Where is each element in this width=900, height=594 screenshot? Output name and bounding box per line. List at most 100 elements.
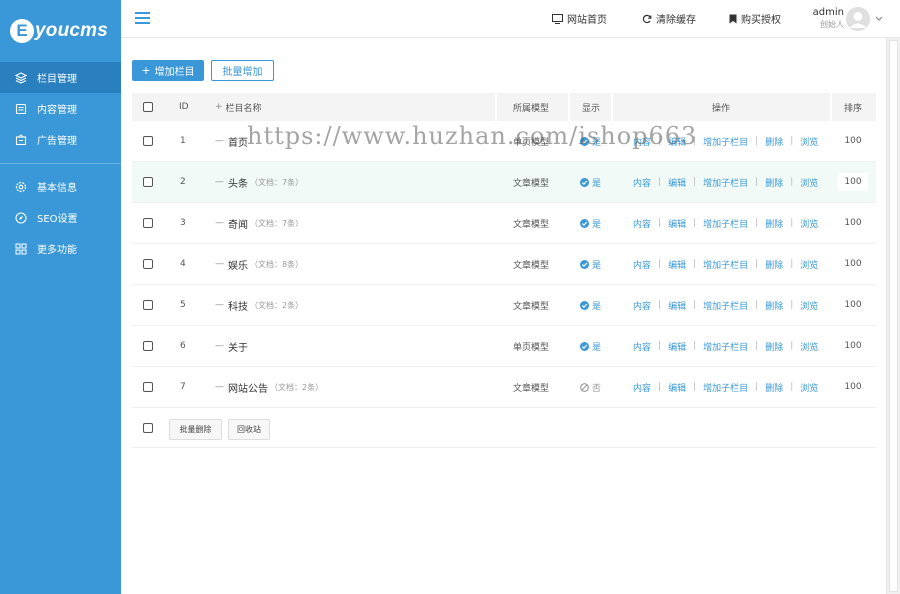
row-show-toggle[interactable]: 是 [580, 326, 601, 366]
header-link-clear-cache[interactable]: 清除缓存 [642, 11, 696, 26]
sort-input[interactable]: 100 [838, 173, 868, 191]
sidebar-item-basic-info[interactable]: 基本信息 [0, 171, 121, 202]
add-child-link[interactable]: 增加子栏目 [703, 258, 748, 271]
check-circle-icon [580, 300, 589, 310]
row-sort[interactable]: 100 [838, 367, 868, 407]
sort-input[interactable]: 100 [838, 214, 868, 232]
edit-link[interactable]: 编辑 [668, 299, 686, 312]
delete-link[interactable]: 删除 [765, 176, 783, 189]
row-model: 文章模型 [513, 301, 550, 312]
sidebar-item-column-manage[interactable]: 栏目管理 [0, 62, 121, 93]
delete-link[interactable]: 删除 [765, 217, 783, 230]
browse-link[interactable]: 浏览 [800, 299, 818, 312]
header-link-buy-license[interactable]: 购买授权 [729, 11, 781, 26]
add-child-link[interactable]: 增加子栏目 [703, 176, 748, 189]
header-name[interactable]: + 栏目名称 [215, 93, 262, 121]
sort-input[interactable]: 100 [838, 255, 868, 273]
recycle-bin-button[interactable]: 回收站 [228, 419, 270, 440]
row-show-toggle[interactable]: 是 [580, 244, 601, 284]
row-sort[interactable]: 100 [838, 326, 868, 366]
header-show: 显示 [582, 103, 601, 114]
monitor-icon [552, 13, 563, 24]
content-link[interactable]: 内容 [633, 381, 651, 394]
sort-input[interactable]: 100 [838, 296, 868, 314]
delete-link[interactable]: 删除 [765, 299, 783, 312]
delete-link[interactable]: 删除 [765, 135, 783, 148]
batch-add-button[interactable]: 批量增加 [211, 60, 274, 81]
row-show-toggle[interactable]: 是 [580, 121, 601, 161]
edit-link[interactable]: 编辑 [668, 258, 686, 271]
check-circle-icon [580, 218, 589, 228]
tree-dash: — [215, 300, 224, 310]
footer-checkbox[interactable] [143, 408, 153, 448]
sort-input[interactable]: 100 [838, 378, 868, 396]
user-name: admin [812, 7, 844, 18]
row-show-toggle[interactable]: 否 [580, 367, 601, 407]
browse-link[interactable]: 浏览 [800, 176, 818, 189]
select-all-checkbox[interactable] [143, 93, 153, 121]
row-show-label: 是 [592, 342, 602, 353]
batch-delete-button[interactable]: 批量删除 [169, 419, 222, 440]
row-checkbox[interactable] [143, 367, 153, 407]
browse-link[interactable]: 浏览 [800, 135, 818, 148]
scrollbar-thumb[interactable] [889, 40, 898, 592]
add-child-link[interactable]: 增加子栏目 [703, 381, 748, 394]
edit-link[interactable]: 编辑 [668, 381, 686, 394]
delete-link[interactable]: 删除 [765, 258, 783, 271]
edit-link[interactable]: 编辑 [668, 135, 686, 148]
row-checkbox[interactable] [143, 162, 153, 202]
header-link-home[interactable]: 网站首页 [552, 11, 607, 26]
row-checkbox[interactable] [143, 244, 153, 284]
row-id: 5 [180, 300, 186, 310]
content-link[interactable]: 内容 [633, 176, 651, 189]
sidebar-item-ad-manage[interactable]: 广告管理 [0, 124, 121, 155]
browse-link[interactable]: 浏览 [800, 381, 818, 394]
browse-link[interactable]: 浏览 [800, 340, 818, 353]
row-name: 关于 [228, 342, 248, 354]
content-link[interactable]: 内容 [633, 299, 651, 312]
edit-link[interactable]: 编辑 [668, 176, 686, 189]
sidebar-item-seo[interactable]: SEO设置 [0, 202, 121, 233]
user-info[interactable]: admin 创始人 [804, 7, 844, 30]
menu-toggle-icon[interactable] [135, 12, 150, 24]
sort-input[interactable]: 100 [838, 337, 868, 355]
logo[interactable]: E youcms [0, 0, 121, 62]
chevron-down-icon[interactable] [875, 14, 883, 25]
sort-input[interactable]: 100 [838, 132, 868, 150]
row-checkbox[interactable] [143, 121, 153, 161]
sidebar-item-more[interactable]: 更多功能 [0, 233, 121, 264]
add-child-link[interactable]: 增加子栏目 [703, 217, 748, 230]
table-footer: 批量删除 回收站 [132, 408, 876, 448]
row-sort[interactable]: 100 [838, 203, 868, 243]
row-name-cell: — 首页 [215, 121, 250, 161]
row-show-toggle[interactable]: 是 [580, 162, 601, 202]
add-column-button[interactable]: + 增加栏目 [132, 60, 204, 81]
browse-link[interactable]: 浏览 [800, 258, 818, 271]
row-checkbox[interactable] [143, 326, 153, 366]
avatar[interactable] [846, 7, 870, 31]
delete-link[interactable]: 删除 [765, 381, 783, 394]
row-show-label: 是 [592, 301, 602, 312]
row-sort[interactable]: 100 [838, 121, 868, 161]
content-link[interactable]: 内容 [633, 135, 651, 148]
row-checkbox[interactable] [143, 203, 153, 243]
row-show-toggle[interactable]: 是 [580, 203, 601, 243]
edit-link[interactable]: 编辑 [668, 340, 686, 353]
add-child-link[interactable]: 增加子栏目 [703, 299, 748, 312]
content-link[interactable]: 内容 [633, 258, 651, 271]
vertical-scrollbar[interactable] [886, 38, 900, 594]
content-link[interactable]: 内容 [633, 340, 651, 353]
row-checkbox[interactable] [143, 285, 153, 325]
add-child-link[interactable]: 增加子栏目 [703, 340, 748, 353]
row-show-label: 是 [592, 137, 602, 148]
row-sort[interactable]: 100 [838, 162, 868, 202]
browse-link[interactable]: 浏览 [800, 217, 818, 230]
row-sort[interactable]: 100 [838, 244, 868, 284]
row-sort[interactable]: 100 [838, 285, 868, 325]
add-child-link[interactable]: 增加子栏目 [703, 135, 748, 148]
edit-link[interactable]: 编辑 [668, 217, 686, 230]
delete-link[interactable]: 删除 [765, 340, 783, 353]
content-link[interactable]: 内容 [633, 217, 651, 230]
sidebar-item-content-manage[interactable]: 内容管理 [0, 93, 121, 124]
row-show-toggle[interactable]: 是 [580, 285, 601, 325]
